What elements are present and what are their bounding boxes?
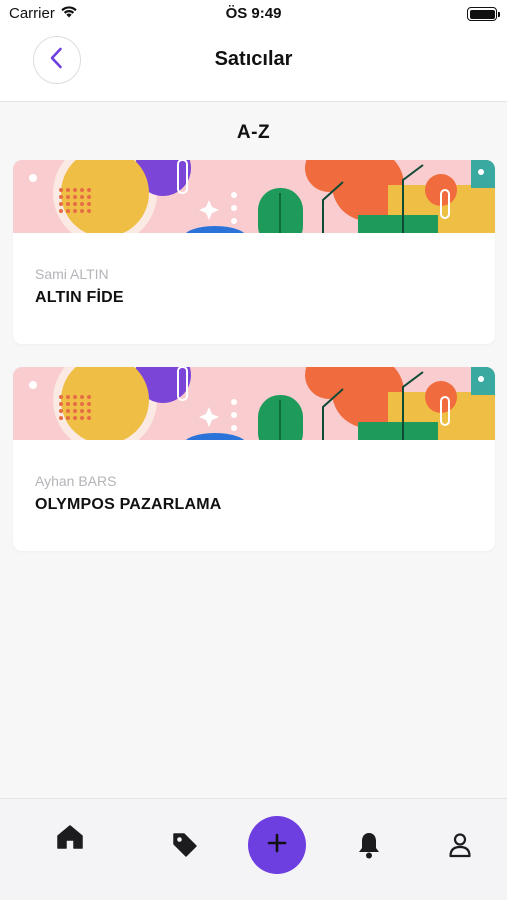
bottom-tab-bar <box>0 798 507 900</box>
seller-owner-name: Ayhan BARS <box>35 473 117 489</box>
plus-icon <box>267 833 287 858</box>
home-icon <box>56 824 84 855</box>
tag-icon <box>171 831 199 864</box>
seller-company-name: OLYMPOS PAZARLAMA <box>35 496 222 513</box>
section-header-az: A-Z <box>236 122 271 143</box>
seller-company-name: ALTIN FİDE <box>35 289 124 306</box>
card-banner-illustration <box>13 160 495 233</box>
seller-card[interactable]: Sami ALTIN ALTIN FİDE <box>13 160 495 344</box>
seller-owner-name: Sami ALTIN <box>35 266 109 282</box>
tab-tags[interactable] <box>168 831 202 863</box>
tab-notifications[interactable] <box>354 831 384 863</box>
seller-card[interactable]: Ayhan BARS OLYMPOS PAZARLAMA <box>13 367 495 551</box>
user-icon <box>448 832 472 863</box>
navigation-header: Satıcılar <box>0 28 507 102</box>
tab-profile[interactable] <box>444 831 476 863</box>
bell-icon <box>357 831 381 864</box>
tab-home[interactable] <box>52 823 88 855</box>
status-time: ÖS 9:49 <box>225 5 282 22</box>
card-banner-illustration <box>13 367 495 440</box>
add-button[interactable] <box>248 816 306 874</box>
status-bar: Carrier ÖS 9:49 <box>0 0 507 28</box>
page-title: Satıcılar <box>214 48 293 70</box>
battery-icon <box>467 7 500 21</box>
